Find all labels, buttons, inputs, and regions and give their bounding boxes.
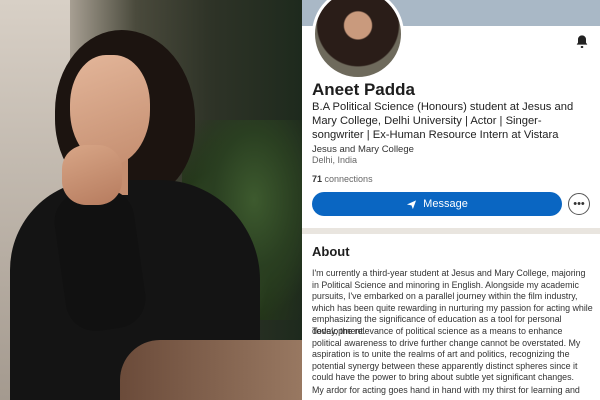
- about-paragraph: Today, the relevance of political scienc…: [312, 326, 581, 383]
- avatar[interactable]: [312, 0, 404, 80]
- section-divider: [302, 228, 600, 234]
- profile-panel: Aneet Padda B.A Political Science (Honou…: [302, 0, 600, 400]
- send-icon: [407, 199, 417, 209]
- message-button[interactable]: Message: [312, 192, 562, 216]
- photo-scarf: [120, 340, 302, 400]
- about-paragraph: My ardor for acting goes hand in hand wi…: [312, 385, 580, 400]
- connections-label: connections: [324, 174, 373, 184]
- bell-icon[interactable]: [574, 34, 590, 50]
- more-icon: •••: [573, 198, 585, 210]
- profile-education[interactable]: Jesus and Mary College: [312, 144, 414, 155]
- profile-name: Aneet Padda: [312, 80, 415, 99]
- photo-hand: [62, 145, 122, 205]
- connections-link[interactable]: 71 connections: [312, 174, 373, 184]
- profile-location: Delhi, India: [312, 155, 358, 165]
- profile-headline: B.A Political Science (Honours) student …: [312, 101, 574, 141]
- more-options-button[interactable]: •••: [568, 193, 590, 215]
- connections-count: 71: [312, 174, 323, 184]
- message-button-label: Message: [423, 198, 468, 210]
- about-section-title: About: [312, 244, 350, 259]
- profile-photo-large: [0, 0, 302, 400]
